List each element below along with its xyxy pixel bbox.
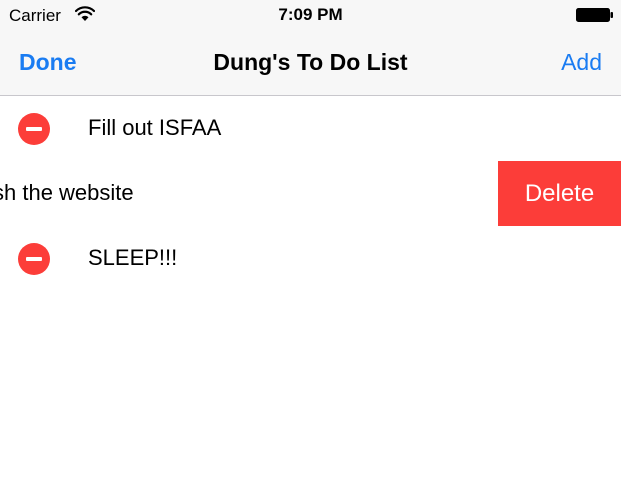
page-title: Dung's To Do List bbox=[213, 49, 408, 75]
navigation-bar: Done Dung's To Do List Add bbox=[0, 30, 621, 96]
list-item[interactable]: SLEEP!!! bbox=[0, 226, 621, 291]
minus-circle-icon[interactable] bbox=[18, 243, 50, 275]
status-time: 7:09 PM bbox=[278, 5, 343, 24]
delete-button[interactable]: Delete bbox=[498, 161, 621, 226]
list-item-label: SLEEP!!! bbox=[88, 245, 178, 270]
status-bar: Carrier 7:09 PM bbox=[0, 0, 621, 30]
list-item-swiped[interactable]: sh the website Delete bbox=[0, 161, 621, 226]
minus-circle-icon[interactable] bbox=[18, 113, 50, 145]
todo-list: Fill out ISFAA sh the website Delete SLE… bbox=[0, 96, 621, 291]
list-item[interactable]: Fill out ISFAA bbox=[0, 96, 621, 161]
add-button[interactable]: Add bbox=[561, 48, 602, 76]
list-item-label: sh the website bbox=[0, 180, 134, 205]
list-item-label: Fill out ISFAA bbox=[88, 115, 222, 140]
battery-icon bbox=[576, 8, 613, 22]
